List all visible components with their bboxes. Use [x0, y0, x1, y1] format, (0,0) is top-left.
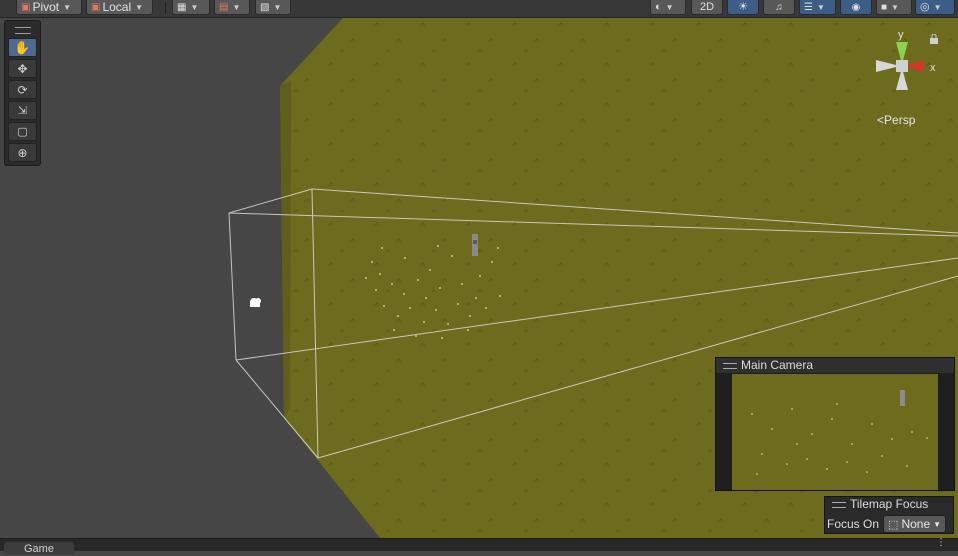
grid-snap-button[interactable]: ▦ ▼	[172, 0, 210, 15]
chevron-down-icon: ▼	[816, 2, 825, 12]
transform-icon: ⊕	[17, 145, 28, 160]
camera-preview-view	[732, 374, 938, 490]
grid-visibility-button[interactable]: ▧ ▼	[255, 0, 291, 15]
scale-tool-button[interactable]: ⇲	[8, 101, 37, 120]
rotate-icon: ⟳	[17, 82, 28, 97]
pivot-icon: ▣	[21, 1, 31, 13]
tilemap-focus-header[interactable]: Tilemap Focus	[825, 497, 953, 512]
drag-handle[interactable]	[15, 27, 31, 34]
move-tool-button[interactable]: ✥	[8, 59, 37, 78]
gizmo-x-label: x	[930, 62, 936, 74]
audio-toggle[interactable]: ♫	[763, 0, 795, 15]
hand-icon: ✋	[14, 39, 31, 55]
scene-toolbar: ▣ Pivot ▼ ▣ Local ▼ ▦ ▼ ▤ ▼ ▧ ▼ ◐ ▼ 2D ☀…	[0, 0, 958, 18]
pivot-label: Pivot	[32, 0, 60, 14]
selection-icon: ⬚	[888, 518, 899, 531]
chevron-down-icon: ▼	[665, 2, 674, 12]
tilemap-focus-panel: Tilemap Focus Focus On ⬚ None ▼	[824, 496, 954, 534]
increment-snap-button[interactable]: ▤ ▼	[214, 0, 250, 15]
rect-tool-button[interactable]: ▢	[8, 122, 37, 141]
toolbar-divider	[165, 2, 166, 14]
rect-icon: ▢	[17, 126, 28, 138]
tool-palette: ✋ ✥ ⟳ ⇲ ▢ ⊕	[4, 20, 41, 166]
chevron-down-icon: ▼	[135, 2, 144, 12]
lock-icon[interactable]	[929, 33, 939, 47]
effects-dropdown[interactable]: ☰ ▼	[799, 0, 836, 15]
chevron-down-icon: ▼	[891, 2, 899, 12]
eye-slash-icon: ◉	[851, 1, 861, 13]
rotate-tool-button[interactable]: ⟳	[8, 80, 37, 99]
speaker-muted-icon: ♫	[775, 1, 783, 13]
lighting-toggle[interactable]: ☀	[727, 0, 759, 15]
local-icon: ▣	[91, 1, 101, 13]
projection-label: Persp	[884, 113, 916, 127]
projection-toggle[interactable]: <Persp	[877, 113, 915, 127]
bottom-panel-tabs: Game ⋮	[0, 538, 958, 555]
focus-on-dropdown[interactable]: ⬚ None ▼	[883, 515, 947, 533]
grid-icon: ▧	[260, 1, 270, 13]
grid-snap-icon: ▦	[177, 1, 187, 13]
hand-tool-button[interactable]: ✋	[8, 38, 37, 57]
tilemap-focus-title: Tilemap Focus	[850, 497, 929, 511]
drag-handle[interactable]	[832, 502, 846, 508]
game-tab-label: Game	[24, 543, 54, 555]
increment-snap-icon: ▤	[219, 1, 229, 13]
camera-gizmo-icon	[250, 298, 261, 307]
focus-row: Focus On ⬚ None ▼	[827, 515, 947, 533]
lightbulb-icon: ☀	[738, 0, 748, 13]
draw-mode-dropdown[interactable]: ◐ ▼	[650, 0, 686, 15]
chevron-down-icon: ▼	[933, 2, 942, 12]
camera-preview-header[interactable]: Main Camera	[716, 358, 954, 373]
local-dropdown[interactable]: ▣ Local ▼	[86, 0, 153, 15]
chevron-left-icon: <	[877, 113, 885, 127]
layers-icon: ☰	[804, 1, 813, 13]
tab-game[interactable]: Game	[4, 542, 74, 555]
toggle-2d-label: 2D	[699, 0, 715, 13]
scale-icon: ⇲	[17, 105, 28, 117]
chevron-down-icon: ▼	[63, 2, 72, 12]
local-label: Local	[102, 0, 132, 14]
camera-preview-panel: Main Camera	[715, 357, 955, 491]
draw-mode-icon: ◐	[655, 0, 662, 13]
toggle-2d-button[interactable]: 2D	[691, 0, 723, 15]
camera-preview-title: Main Camera	[741, 358, 814, 372]
chevron-down-icon: ▼	[273, 2, 282, 12]
player-sprite	[472, 234, 478, 256]
transform-tool-button[interactable]: ⊕	[8, 143, 37, 162]
tilemap-edge	[280, 80, 291, 418]
focus-on-value: None	[901, 517, 931, 531]
pivot-dropdown[interactable]: ▣ Pivot ▼	[16, 0, 82, 15]
move-icon: ✥	[17, 61, 28, 76]
chevron-down-icon: ▼	[190, 2, 199, 12]
scene-camera-dropdown[interactable]: ■ ▼	[876, 0, 912, 15]
drag-handle[interactable]	[723, 363, 737, 369]
chevron-down-icon: ▼	[933, 519, 942, 529]
more-options-icon[interactable]: ⋮	[936, 538, 946, 548]
chevron-down-icon: ▼	[232, 2, 241, 12]
camera-icon: ■	[881, 1, 888, 13]
scene-visibility-toggle[interactable]: ◉	[840, 0, 872, 15]
gizmos-dropdown[interactable]: ◎ ▼	[915, 0, 955, 15]
globe-icon: ◎	[920, 0, 930, 13]
gizmo-y-label: y	[898, 29, 904, 41]
focus-on-label: Focus On	[827, 517, 880, 531]
